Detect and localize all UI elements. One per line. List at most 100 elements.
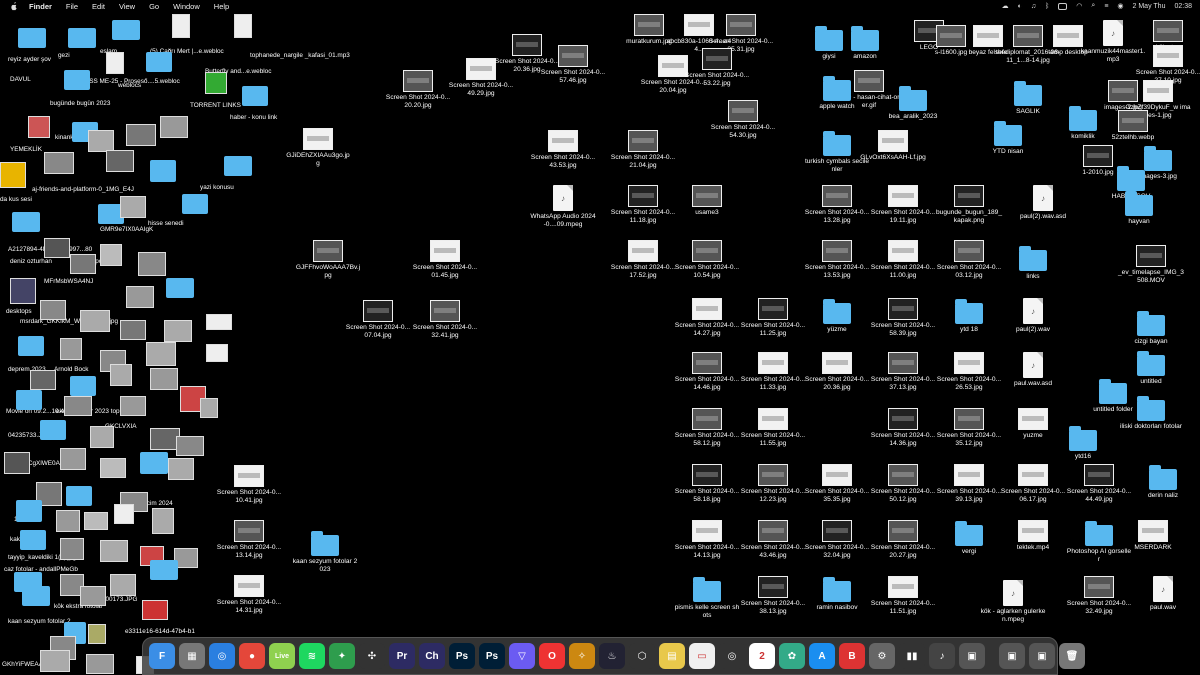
desktop-file[interactable]: Screen Shot 2024-0...35.12.jpg xyxy=(936,408,1002,448)
desktop-item-icon[interactable] xyxy=(44,238,70,258)
dock-app-icon[interactable]: Ps xyxy=(449,643,475,669)
desktop-file[interactable]: Screen Shot 2024-0...03.12.jpg xyxy=(936,240,1002,280)
desktop-item-icon[interactable] xyxy=(16,390,42,410)
desktop-item-label[interactable]: YEMEKLİK xyxy=(10,146,42,153)
dock-app-icon[interactable]: ✦ xyxy=(329,643,355,669)
desktop-item-label[interactable]: kaan sezyum fotolar 2 xyxy=(8,618,71,625)
desktop-item-icon[interactable] xyxy=(40,420,66,440)
desktop-item-icon[interactable] xyxy=(44,152,74,174)
desktop-file[interactable]: Screen Shot 2024-0...14.46.jpg xyxy=(674,352,740,392)
desktop-file[interactable]: _ev_timelapse_IMG_3508.MOV xyxy=(1118,245,1184,285)
dock-app-icon[interactable]: ✣ xyxy=(359,643,385,669)
desktop-folder[interactable]: ramin nasibov xyxy=(804,576,870,612)
desktop-item-icon[interactable] xyxy=(0,162,26,188)
desktop-item-icon[interactable] xyxy=(80,310,110,332)
dock-app-icon[interactable]: Live xyxy=(269,643,295,669)
desktop-item-label[interactable]: bugünde bugün 2023 xyxy=(50,100,110,107)
desktop-folder[interactable]: amazon xyxy=(832,25,898,61)
desktop-item-label[interactable]: reyiz ayder şov xyxy=(8,56,51,63)
desktop-file[interactable]: Screen Shot 2024-0...32.04.jpg xyxy=(804,520,870,560)
menu-help[interactable]: Help xyxy=(214,2,229,11)
dock-app-icon[interactable]: ▭ xyxy=(689,643,715,669)
desktop-folder[interactable]: bea_aralik_2023 xyxy=(880,85,946,121)
desktop-item-label[interactable]: deniz ozturhan xyxy=(10,258,52,265)
dock-app-icon[interactable]: ♪ xyxy=(929,643,955,669)
desktop-item-icon[interactable] xyxy=(12,212,40,232)
desktop-item-label[interactable]: hisse senedi xyxy=(148,220,184,227)
desktop-item-icon[interactable] xyxy=(28,116,50,138)
apple-menu-icon[interactable] xyxy=(9,1,19,11)
desktop-item-icon[interactable] xyxy=(150,368,178,390)
dock-app-icon[interactable]: ◎ xyxy=(209,643,235,669)
desktop-file[interactable]: MSERDARK xyxy=(1120,520,1186,552)
search-icon[interactable]: ⌕ xyxy=(1091,2,1095,10)
desktop-file[interactable]: Screen Shot 2024-0...06.17.jpg xyxy=(1000,464,1066,504)
desktop-file[interactable]: Screen Shot 2024-0...07.04.jpg xyxy=(345,300,411,340)
desktop-item-icon[interactable] xyxy=(100,244,122,266)
desktop-file[interactable]: Screen Shot 2024-0...26.53.jpg xyxy=(936,352,1002,392)
desktop-item-icon[interactable] xyxy=(30,370,56,390)
dock-app-icon[interactable]: 🗑 xyxy=(1059,643,1085,669)
desktop-item-icon[interactable] xyxy=(110,574,136,596)
desktop-file[interactable]: Screen Shot 2024-0...20.27.jpg xyxy=(870,520,936,560)
desktop-file[interactable]: Screen Shot 2024-0...39.13.jpg xyxy=(936,464,1002,504)
menu-finder[interactable]: Finder xyxy=(29,2,52,11)
desktop-file[interactable]: ♪ paul.wav.asd xyxy=(1000,352,1066,388)
desktop-item-icon[interactable] xyxy=(64,396,92,416)
menu-time[interactable]: 02:38 xyxy=(1174,3,1192,10)
desktop-file[interactable]: Screen Shot 2024-0...10.54.jpg xyxy=(674,240,740,280)
dock-app-icon[interactable]: ▮▮ xyxy=(899,643,925,669)
desktop-file[interactable]: Screen Shot 2024-0...54.30.jpg xyxy=(710,100,776,140)
desktop-item-icon[interactable] xyxy=(152,508,174,534)
desktop-file[interactable]: Screen Shot 2024-0...14.13.jpg xyxy=(674,520,740,560)
desktop-file[interactable]: Screen Shot 2024-0...38.13.jpg xyxy=(740,576,806,616)
dock-app-icon[interactable]: ▣ xyxy=(999,643,1025,669)
wifi-icon[interactable]: ◠ xyxy=(1076,2,1082,10)
desktop-item-icon[interactable] xyxy=(56,510,80,532)
dock-app-icon[interactable]: 2 xyxy=(749,643,775,669)
desktop-item-icon[interactable] xyxy=(172,14,190,38)
desktop-folder[interactable]: ytd 18 xyxy=(936,298,1002,334)
desktop-item-icon[interactable] xyxy=(146,342,176,366)
desktop-item-icon[interactable] xyxy=(200,398,218,418)
desktop-folder[interactable]: cizgi bayan xyxy=(1118,310,1184,346)
desktop-folder[interactable]: yüzme xyxy=(804,298,870,334)
desktop-item-label[interactable]: TORRENT LINKS xyxy=(190,102,241,109)
desktop-file[interactable]: ♪ kök - aglarken gulerken.mpeg xyxy=(980,580,1046,624)
desktop-item-icon[interactable] xyxy=(88,624,106,644)
desktop-item-label[interactable]: tophanede_nargile _kafasi_01.mp3 xyxy=(250,52,350,59)
desktop-folder[interactable]: derin naliz xyxy=(1130,464,1196,500)
desktop-item-label[interactable]: Arnold Bock xyxy=(54,366,88,373)
dock-app-icon[interactable]: ≋ xyxy=(299,643,325,669)
desktop-file[interactable]: 52ztelhb.webp xyxy=(1100,110,1166,142)
desktop-item-icon[interactable] xyxy=(160,116,188,138)
desktop-file[interactable]: Screen Shot 2024-0...11.55.jpg xyxy=(740,408,806,448)
desktop-item-label[interactable]: da kus sesi xyxy=(0,196,32,203)
desktop-item-icon[interactable] xyxy=(100,540,128,562)
desktop-file[interactable]: GJFFhvoWoAAA7Bv.jpg xyxy=(295,240,361,280)
desktop-item-icon[interactable] xyxy=(120,320,146,340)
desktop-item-icon[interactable] xyxy=(84,512,108,530)
desktop-item-icon[interactable] xyxy=(140,452,168,474)
desktop-item-icon[interactable] xyxy=(18,28,46,48)
desktop-item-icon[interactable] xyxy=(40,300,66,320)
desktop-item-icon[interactable] xyxy=(20,530,46,550)
desktop-file[interactable]: Screen Shot 2024-0...20.36.jpg xyxy=(804,352,870,392)
menu-window[interactable]: Window xyxy=(173,2,200,11)
desktop-file[interactable]: Screen Shot 2024-0...32.49.jpg xyxy=(1066,576,1132,616)
desktop-item-label[interactable]: gezi xyxy=(58,52,70,59)
desktop-file[interactable]: Screen Shot 2024-0...11.25.jpg xyxy=(740,298,806,338)
desktop-file[interactable]: Screen Shot 2024-0...12.23.jpg xyxy=(740,464,806,504)
desktop-item-icon[interactable] xyxy=(138,252,166,276)
desktop-item-icon[interactable] xyxy=(100,458,126,478)
desktop-file[interactable]: Screen Shot 2024-0...10.41.jpg xyxy=(216,465,282,505)
desktop-folder[interactable]: ytd16 xyxy=(1050,425,1116,461)
menu-file[interactable]: File xyxy=(66,2,78,11)
desktop-item-icon[interactable] xyxy=(70,254,96,274)
dock-app-icon[interactable]: ♨ xyxy=(599,643,625,669)
desktop-file[interactable]: Screen Shot 2024-0...11.00.jpg xyxy=(870,240,936,280)
desktop-file[interactable]: Screen Shot 2024-0...53.22.jpg xyxy=(684,48,750,88)
desktop-file[interactable]: Screen Shot 2024-0...20.20.jpg xyxy=(385,70,451,110)
desktop-item-icon[interactable] xyxy=(126,286,154,308)
menu-date[interactable]: 2 May Thu xyxy=(1133,3,1166,10)
